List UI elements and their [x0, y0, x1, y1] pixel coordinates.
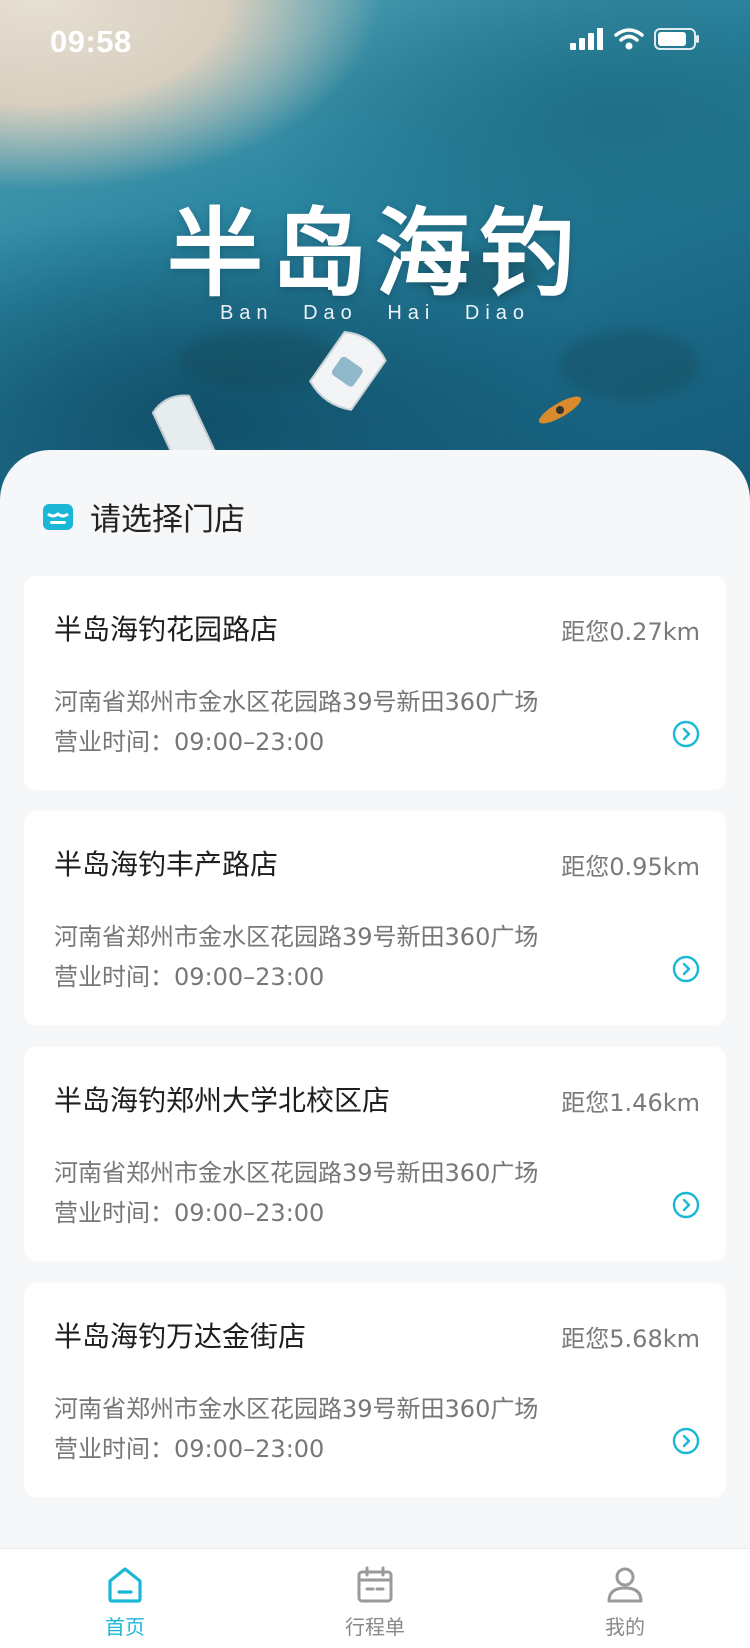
status-icons — [570, 28, 700, 50]
section-title: 请选择门店 — [90, 502, 245, 538]
brand-title: 半岛海钓 — [167, 197, 583, 310]
brand-pinyin: Ban Dao Hai Diao — [219, 302, 531, 324]
tab-label: 行程单 — [345, 1615, 405, 1639]
chevron-right-circle-icon[interactable] — [672, 720, 700, 748]
store-distance: 距您5.68km — [561, 1325, 700, 1353]
store-card[interactable]: 半岛海钓丰产路店 距您0.95km 河南省郑州市金水区花园路39号新田360广场… — [24, 811, 726, 1025]
chevron-right-circle-icon[interactable] — [672, 1427, 700, 1455]
store-hours: 营业时间：09:00–23:00 — [54, 728, 325, 756]
store-name: 半岛海钓郑州大学北校区店 — [54, 1084, 391, 1117]
tab-bar: 首页 行程单 我的 — [0, 1548, 750, 1648]
tab-itinerary[interactable]: 行程单 — [250, 1549, 500, 1648]
boat-image — [309, 330, 387, 411]
store-distance: 距您0.95km — [561, 853, 700, 881]
store-hours: 营业时间：09:00–23:00 — [54, 963, 325, 991]
status-bar: 09:58 — [0, 0, 750, 88]
store-hours: 营业时间：09:00–23:00 — [54, 1435, 325, 1463]
store-hours: 营业时间：09:00–23:00 — [54, 1199, 325, 1227]
kayak-image — [538, 396, 582, 424]
store-name: 半岛海钓丰产路店 — [54, 848, 279, 881]
store-address: 河南省郑州市金水区花园路39号新田360广场 — [54, 1159, 539, 1187]
signal-icon — [570, 28, 603, 50]
store-distance: 距您1.46km — [561, 1089, 700, 1117]
store-name: 半岛海钓万达金街店 — [54, 1320, 307, 1353]
store-card[interactable]: 半岛海钓万达金街店 距您5.68km 河南省郑州市金水区花园路39号新田360广… — [24, 1283, 726, 1497]
chevron-right-circle-icon[interactable] — [672, 955, 700, 983]
store-address: 河南省郑州市金水区花园路39号新田360广场 — [54, 1395, 539, 1423]
section-header: 请选择门店 — [42, 494, 245, 539]
store-name: 半岛海钓花园路店 — [54, 613, 279, 646]
store-card[interactable]: 半岛海钓郑州大学北校区店 距您1.46km 河南省郑州市金水区花园路39号新田3… — [24, 1047, 726, 1261]
tab-label: 我的 — [605, 1615, 645, 1639]
user-icon — [607, 1567, 643, 1603]
store-address: 河南省郑州市金水区花园路39号新田360广场 — [54, 923, 539, 951]
store-list-sheet: 请选择门店 半岛海钓花园路店 距您0.27km 河南省郑州市金水区花园路39号新… — [0, 450, 750, 1550]
chevron-right-circle-icon[interactable] — [672, 1191, 700, 1219]
tab-mine[interactable]: 我的 — [500, 1549, 750, 1648]
wifi-icon — [614, 28, 644, 50]
tab-home[interactable]: 首页 — [0, 1549, 250, 1648]
calendar-icon — [357, 1566, 393, 1603]
store-card[interactable]: 半岛海钓花园路店 距您0.27km 河南省郑州市金水区花园路39号新田360广场… — [24, 576, 726, 790]
store-address: 河南省郑州市金水区花园路39号新田360广场 — [54, 688, 539, 716]
store-distance: 距您0.27km — [561, 618, 700, 646]
home-icon — [108, 1567, 142, 1603]
battery-icon — [654, 28, 699, 50]
store-icon — [43, 503, 73, 530]
status-time: 09:58 — [50, 24, 132, 59]
tab-label: 首页 — [105, 1615, 145, 1639]
